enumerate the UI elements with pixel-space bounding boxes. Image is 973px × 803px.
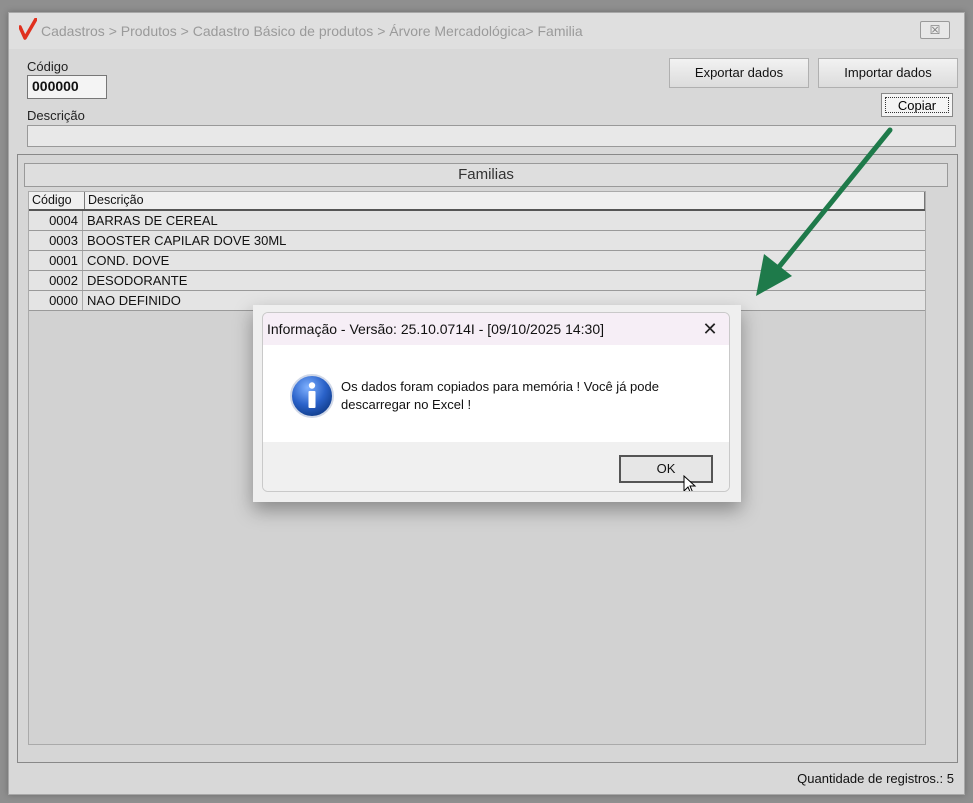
row-desc: NAO DEFINIDO <box>87 293 181 308</box>
dialog-message-line2: descarregar no Excel ! <box>341 397 472 412</box>
row-code: 0001 <box>29 251 83 270</box>
copiar-button[interactable]: Copiar <box>881 93 953 117</box>
title-bar: Cadastros > Produtos > Cadastro Básico d… <box>9 13 964 49</box>
info-dialog: Informação - Versão: 25.10.0714I - [09/1… <box>262 312 730 492</box>
annotation-arrow-icon <box>756 127 893 296</box>
dialog-close-button[interactable]: ✕ <box>699 318 721 340</box>
window-title: Cadastros > Produtos > Cadastro Básico d… <box>41 23 583 39</box>
row-desc: BOOSTER CAPILAR DOVE 30ML <box>87 233 287 248</box>
status-bar: Quantidade de registros.: 5 <box>17 767 958 789</box>
records-count: Quantidade de registros.: 5 <box>797 771 954 786</box>
dialog-message-line1: Os dados foram copiados para memória ! V… <box>341 379 659 394</box>
row-desc: BARRAS DE CEREAL <box>87 213 218 228</box>
row-desc: COND. DOVE <box>87 253 170 268</box>
descricao-label: Descrição <box>27 108 85 123</box>
exportar-dados-button[interactable]: Exportar dados <box>669 58 809 88</box>
row-code: 0004 <box>29 211 83 230</box>
mouse-cursor-icon <box>683 475 697 491</box>
codigo-label: Código <box>27 59 69 74</box>
dialog-footer: OK <box>263 442 729 491</box>
row-code: 0003 <box>29 231 83 250</box>
app-logo-icon <box>19 18 37 40</box>
close-icon: ☒ <box>929 23 941 37</box>
dialog-title: Informação - Versão: 25.10.0714I - [09/1… <box>267 321 605 337</box>
row-code: 0000 <box>29 291 83 310</box>
importar-dados-button[interactable]: Importar dados <box>818 58 958 88</box>
codigo-input[interactable]: 000000 <box>27 75 107 99</box>
copiar-button-label: Copiar <box>885 97 949 113</box>
dialog-body: Os dados foram copiados para memória ! V… <box>263 345 729 442</box>
column-header-codigo[interactable]: Código <box>29 192 85 209</box>
info-icon <box>290 374 334 418</box>
window-close-button[interactable]: ☒ <box>920 21 950 39</box>
ok-button[interactable]: OK <box>619 455 713 483</box>
row-desc: DESODORANTE <box>87 273 188 288</box>
dialog-message: Os dados foram copiados para memória ! V… <box>341 378 721 414</box>
dialog-title-bar: Informação - Versão: 25.10.0714I - [09/1… <box>263 313 729 345</box>
row-code: 0002 <box>29 271 83 290</box>
